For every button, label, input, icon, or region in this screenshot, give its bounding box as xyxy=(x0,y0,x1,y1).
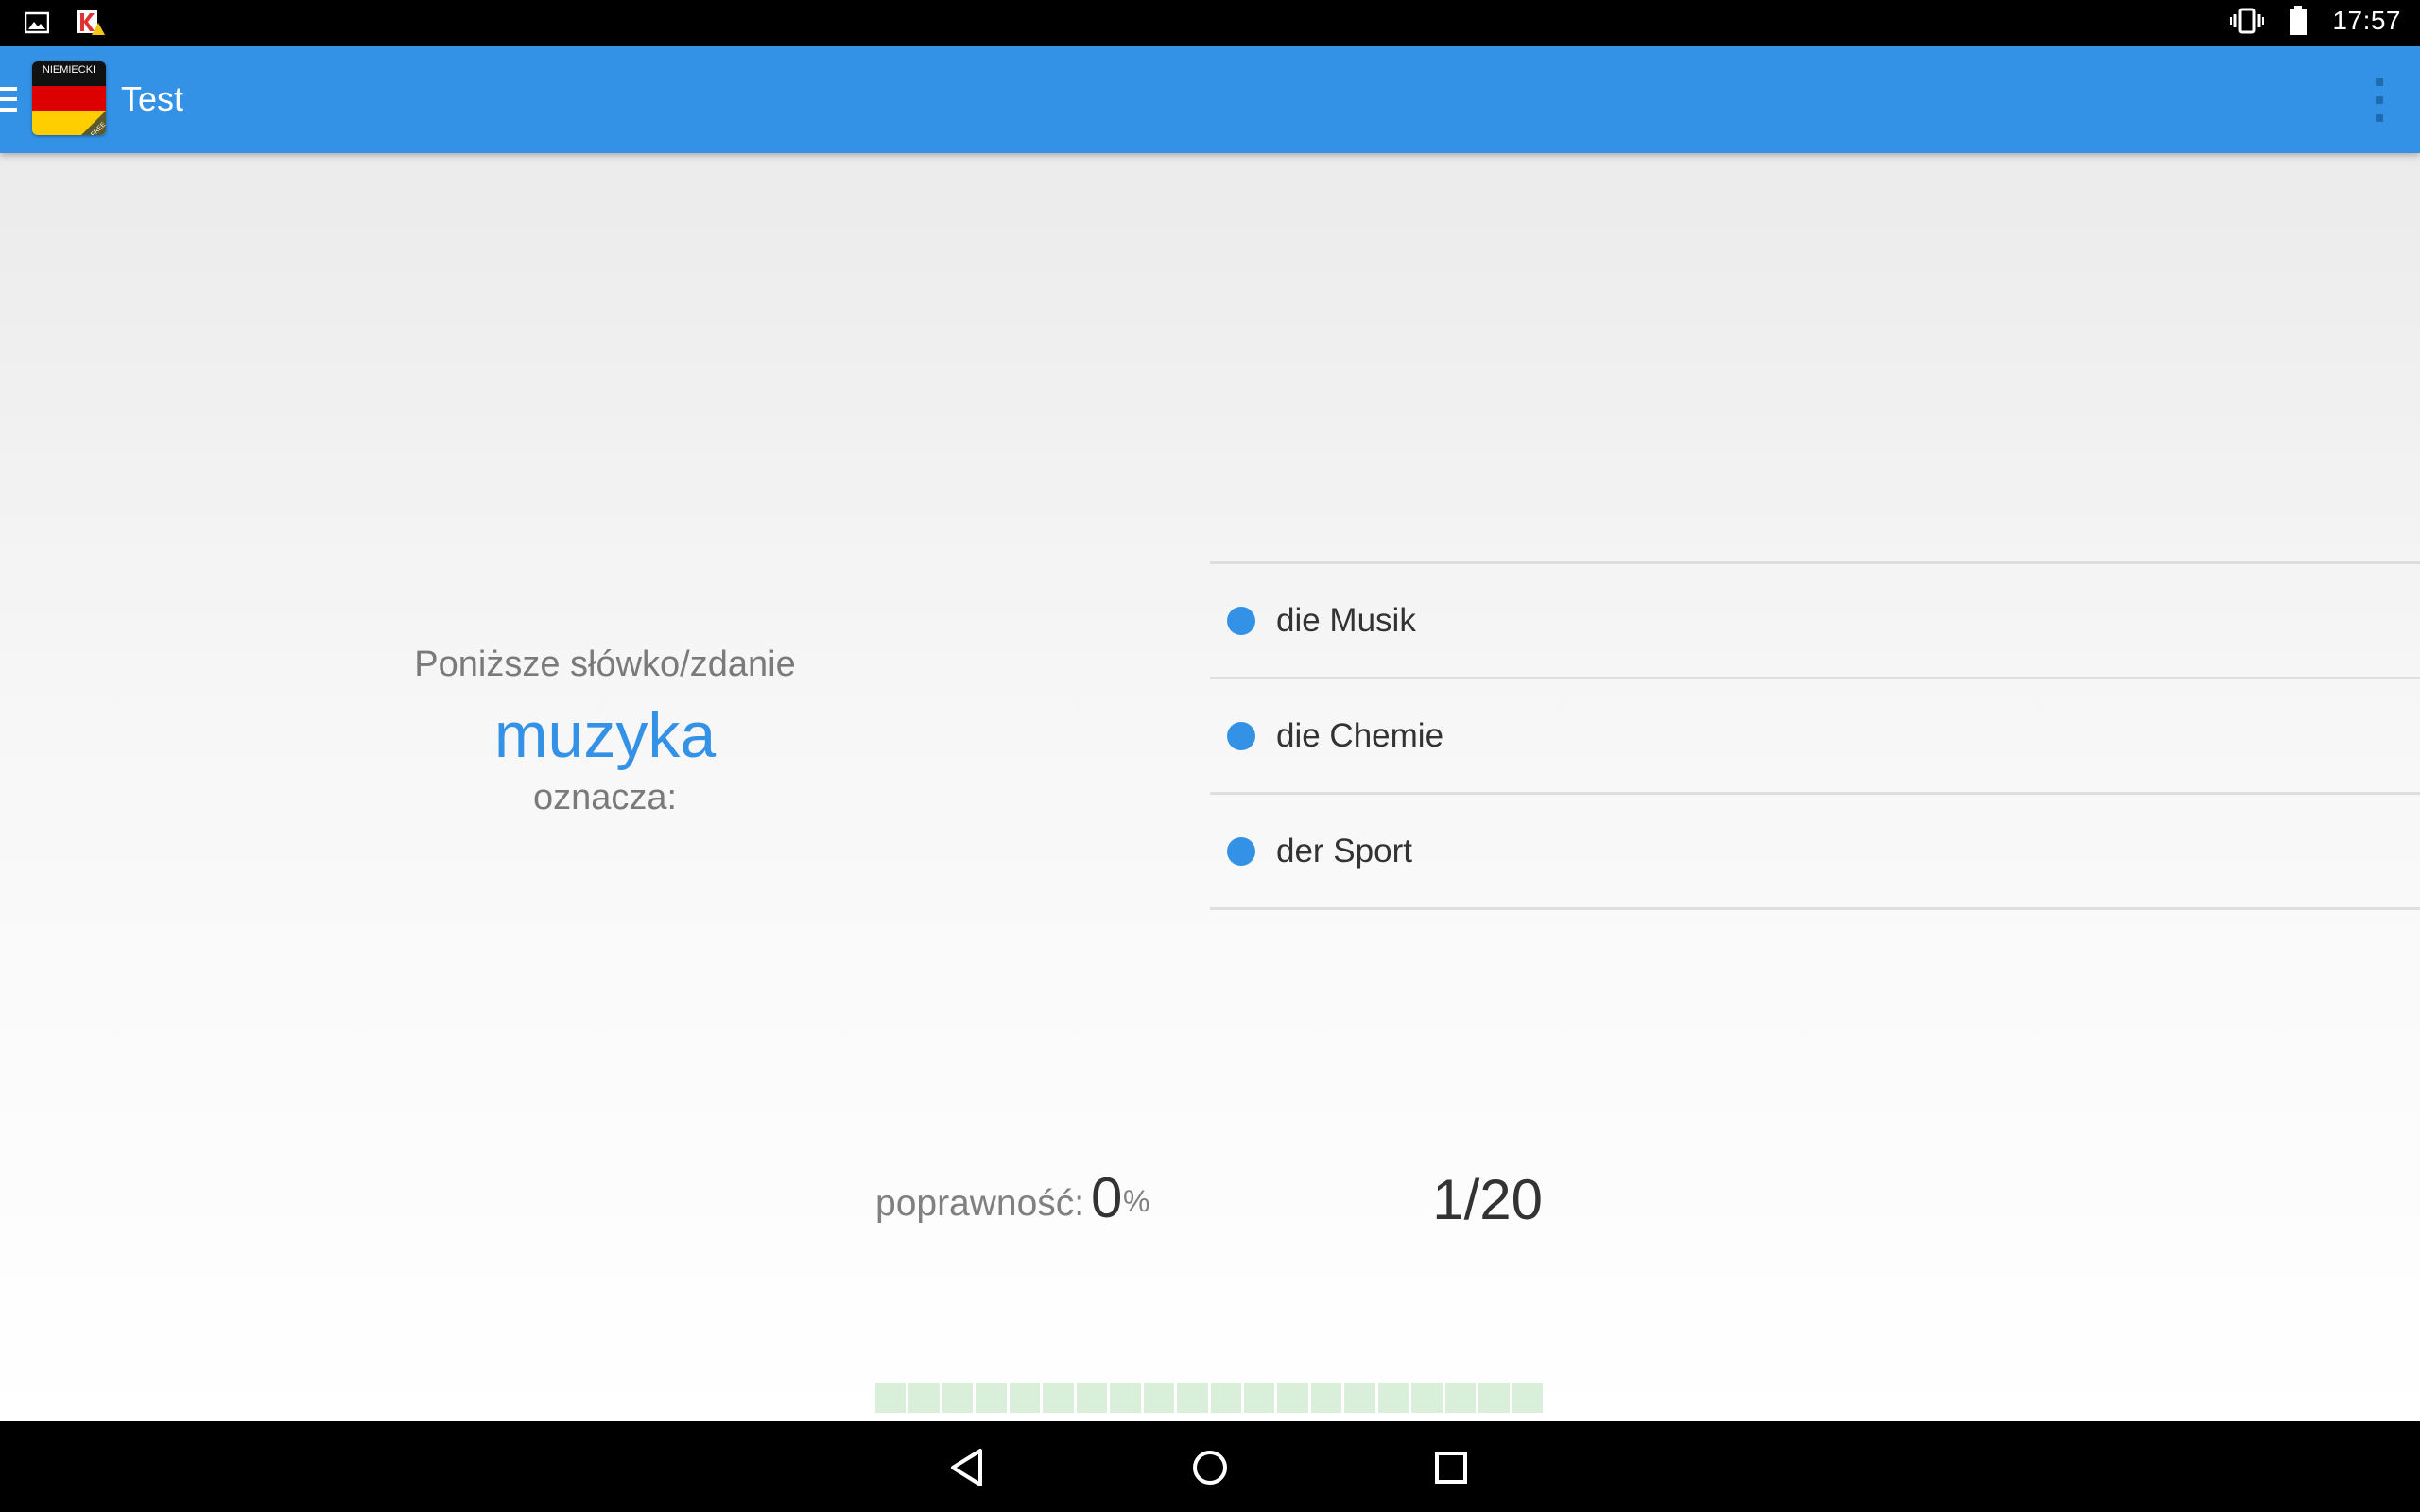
progress-segment xyxy=(1243,1383,1275,1413)
question-prefix: Poniższe słówko/zdanie xyxy=(414,644,796,684)
kaspersky-notification-icon xyxy=(77,10,105,35)
image-notification-icon xyxy=(25,11,49,34)
answer-option[interactable]: die Musik xyxy=(1210,564,2420,679)
progress-segment xyxy=(1177,1383,1208,1413)
answer-label: die Musik xyxy=(1276,601,1416,639)
progress-segment xyxy=(1344,1383,1375,1413)
progress-segment xyxy=(1411,1383,1443,1413)
answer-option[interactable]: die Chemie xyxy=(1210,679,2420,795)
app-icon-label: NIEMIECKI xyxy=(43,64,95,76)
progress-bar xyxy=(875,1383,1544,1413)
score-value: 0 xyxy=(1091,1166,1123,1229)
progress-segment xyxy=(976,1383,1007,1413)
home-icon[interactable] xyxy=(1188,1446,1232,1489)
progress-segment xyxy=(1377,1383,1409,1413)
recents-icon[interactable] xyxy=(1429,1446,1473,1489)
question-word: muzyka xyxy=(493,699,717,771)
progress-segment xyxy=(1478,1383,1510,1413)
progress-segment xyxy=(1043,1383,1074,1413)
radio-dot-icon xyxy=(1227,836,1255,866)
progress-segment xyxy=(908,1383,940,1413)
score-row: poprawność: 0 % 1/20 xyxy=(875,1166,1543,1231)
progress-count: 1/20 xyxy=(1432,1168,1543,1231)
answer-option[interactable]: der Sport xyxy=(1210,795,2420,910)
overflow-menu-icon[interactable] xyxy=(2365,78,2394,122)
progress-segment xyxy=(1210,1383,1241,1413)
answer-label: die Chemie xyxy=(1276,716,1444,754)
progress-segment xyxy=(1512,1383,1544,1413)
radio-dot-icon xyxy=(1227,606,1255,635)
status-bar: 17:57 xyxy=(0,0,2420,46)
status-notifications xyxy=(25,9,106,36)
score-label: poprawność: xyxy=(875,1183,1085,1224)
status-time: 17:57 xyxy=(2332,6,2401,35)
page-title: Test xyxy=(121,79,184,118)
battery-icon xyxy=(2290,6,2308,35)
german-flag-icon: NIEMIECKI FREE xyxy=(32,61,106,135)
radio-dot-icon xyxy=(1227,721,1255,750)
progress-segment xyxy=(1277,1383,1308,1413)
app-logo-icon[interactable]: NIEMIECKI FREE xyxy=(32,61,106,135)
test-content: Poniższe słówko/zdanie muzyka oznacza: d… xyxy=(0,153,2420,1421)
progress-segment xyxy=(1143,1383,1175,1413)
progress-segment xyxy=(942,1383,974,1413)
progress-segment xyxy=(1310,1383,1342,1413)
menu-icon[interactable] xyxy=(0,87,19,115)
navigation-bar xyxy=(0,1421,2420,1512)
vibrate-icon xyxy=(2230,8,2265,34)
answer-label: der Sport xyxy=(1276,832,1412,869)
progress-segment xyxy=(1076,1383,1108,1413)
progress-segment xyxy=(1110,1383,1141,1413)
question-panel: Poniższe słówko/zdanie muzyka oznacza: xyxy=(227,644,983,818)
progress-segment xyxy=(1444,1383,1477,1413)
status-system: 17:57 xyxy=(2230,6,2401,36)
progress-segment xyxy=(875,1383,907,1413)
answer-list: die Musik die Chemie der Sport xyxy=(1210,561,2420,910)
back-icon[interactable] xyxy=(946,1446,990,1489)
app-bar: NIEMIECKI FREE Test xyxy=(0,46,2420,153)
score-unit: % xyxy=(1123,1184,1150,1218)
question-suffix: oznacza: xyxy=(532,778,678,817)
progress-segment xyxy=(1009,1383,1041,1413)
